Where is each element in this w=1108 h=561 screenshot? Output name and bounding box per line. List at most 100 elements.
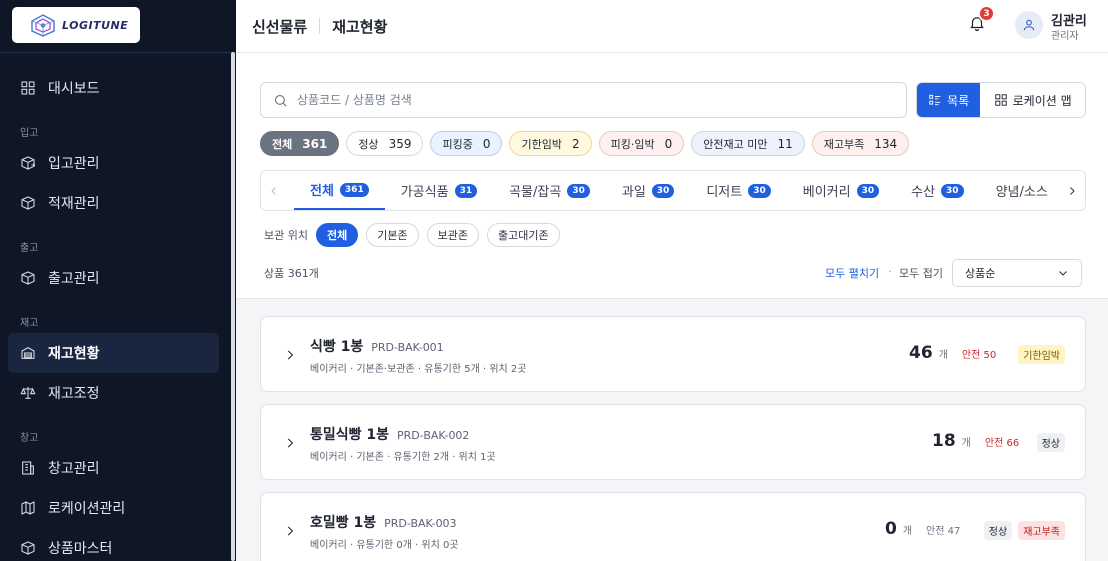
chevron-right-icon [287, 438, 294, 448]
status-filter-chip[interactable]: 재고부족 134 [811, 131, 910, 156]
sidebar-item-2[interactable]: 적재관리 [8, 183, 219, 223]
sidebar-section-title: 재고 [20, 318, 39, 329]
status-filter-count: 0 [482, 136, 491, 151]
status-filter-chip[interactable]: 전체 361 [260, 131, 340, 156]
expand-row-button[interactable] [283, 523, 297, 537]
product-card[interactable]: 호밀빵 1봉 PRD-BAK-003 베이커리 · 유통기한 0개 · 위치 0곳 0… [260, 492, 1086, 561]
stock-unit: 개 [938, 350, 948, 361]
category-tab-label: 양념/소스 [995, 185, 1048, 200]
category-tab[interactable]: 베이커리 30 [787, 171, 895, 210]
sidebar-item-label: 대시보드 [48, 81, 100, 97]
category-tab[interactable]: 가공식품 31 [385, 171, 493, 210]
status-filter-chip[interactable]: 피킹·임박 0 [598, 131, 685, 156]
sidebar-item-0[interactable]: 대시보드 [8, 68, 219, 108]
status-badge: 기한임박 [1018, 345, 1065, 364]
status-filter-count: 359 [388, 136, 412, 151]
box-out-icon [21, 271, 35, 285]
avatar[interactable] [1015, 11, 1043, 39]
status-filter-label: 전체 [272, 137, 293, 151]
status-filter-label: 재고부족 [823, 137, 865, 151]
status-badge: 정상 [1036, 433, 1065, 452]
category-count-badge: 30 [856, 183, 880, 198]
expand-all-link[interactable]: 모두 펼치기 [825, 265, 879, 281]
product-name: 통밀식빵 1봉 PRD-BAK-002 [310, 427, 470, 443]
location-chip[interactable]: 전체 [315, 223, 359, 247]
building-icon [22, 461, 34, 475]
location-chip[interactable]: 보관존 [426, 223, 479, 247]
status-filter-chip[interactable]: 안전재고 미만 11 [691, 131, 805, 156]
status-filter-chip[interactable]: 정상 359 [346, 131, 424, 156]
scale-icon [20, 387, 36, 399]
expand-row-button[interactable] [283, 347, 297, 361]
safety-stock: 안전 66 [984, 438, 1020, 449]
category-scroll-right-button[interactable] [1059, 171, 1085, 210]
sidebar: LOGITUNE 대시보드 입고 입고관리 적재관리 출고 출고관리 재고 재고현황 재고조정 창… [0, 0, 236, 561]
product-code: PRD-BAK-002 [397, 429, 470, 442]
grid-icon [21, 81, 35, 95]
chevron-right-icon [287, 526, 294, 536]
category-tab[interactable]: 양념/소스 [980, 171, 1064, 210]
status-filter-label: 안전재고 미만 [703, 137, 768, 151]
search-input[interactable] [297, 93, 857, 107]
sidebar-scrollbar[interactable] [231, 52, 235, 561]
sidebar-item-label: 재고조정 [48, 386, 100, 402]
category-scroll-left-button[interactable] [261, 171, 287, 210]
category-tab[interactable]: 수산 30 [895, 171, 979, 210]
user-role: 관리자 [1051, 31, 1079, 42]
breadcrumb-divider [319, 18, 321, 34]
product-meta: 베이커리 · 유통기한 0개 · 위치 0곳 [310, 540, 459, 551]
status-tags: 기한임박 [1018, 345, 1065, 364]
chevron-right-icon [287, 350, 294, 360]
sidebar-section-title: 출고 [20, 243, 39, 254]
product-card[interactable]: 식빵 1봉 PRD-BAK-001 베이커리 · 기본존·보관존 · 유통기한 5개… [260, 316, 1086, 392]
box-in-icon [21, 156, 36, 170]
location-filter: 보관 위치 전체 기본존 보관존 출고대기존 [264, 223, 560, 247]
status-tags: 정상 [1036, 433, 1065, 452]
category-tab[interactable]: 전체 361 [294, 171, 385, 210]
status-filter-chip[interactable]: 기한임박 2 [509, 131, 592, 156]
status-filter-label: 기한임박 [521, 137, 562, 151]
sidebar-item-5[interactable]: 재고조정 [8, 373, 219, 413]
category-tab[interactable]: 디저트 30 [690, 171, 786, 210]
category-tab[interactable]: 과일 30 [606, 171, 690, 210]
safety-stock: 안전 47 [926, 526, 961, 537]
search-icon [274, 94, 287, 107]
location-map-button[interactable]: 로케이션 맵 [980, 83, 1085, 117]
sidebar-item-label: 상품마스터 [48, 541, 113, 557]
logo[interactable]: LOGITUNE [12, 7, 140, 43]
notification-button[interactable]: 3 [968, 5, 995, 34]
stock-unit: 개 [961, 438, 971, 449]
sidebar-item-6[interactable]: 창고관리 [8, 448, 219, 488]
expand-row-button[interactable] [283, 435, 297, 449]
product-card[interactable]: 통밀식빵 1봉 PRD-BAK-002 베이커리 · 기본존 · 유통기한 2개 ·… [260, 404, 1086, 480]
sidebar-item-4[interactable]: 재고현황 [8, 333, 219, 373]
status-filter-count: 11 [777, 136, 793, 151]
sidebar-item-8[interactable]: 상품마스터 [8, 528, 219, 561]
collapse-all-link[interactable]: 모두 접기 [899, 265, 943, 281]
category-tab-label: 베이커리 [802, 185, 851, 200]
sidebar-item-1[interactable]: 입고관리 [8, 143, 219, 183]
sidebar-item-3[interactable]: 출고관리 [8, 258, 219, 298]
status-filter-chip[interactable]: 피킹중 0 [430, 131, 503, 156]
status-filter-count: 0 [664, 136, 673, 151]
search-box [260, 82, 907, 118]
sidebar-item-label: 입고관리 [48, 156, 100, 172]
location-chip[interactable]: 기본존 [366, 223, 419, 247]
page-title: 재고현황 [332, 17, 388, 36]
map-icon [21, 501, 35, 515]
category-tab-bar: 전체 361 가공식품 31 곡물/잡곡 30 과일 30 디저트 30 베이커리 30 수산 30 양념/… [260, 170, 1086, 211]
main-content: 목록 로케이션 맵 전체 361 정상 359 피킹중 0 기한임박 2 피킹·임박 0 안전재고 … [236, 53, 1108, 561]
category-tab-label: 과일 [621, 185, 646, 200]
category-count-badge: 30 [567, 183, 590, 198]
category-tab[interactable]: 곡물/잡곡 30 [493, 171, 606, 210]
cube-icon [21, 541, 35, 555]
category-count-badge: 30 [941, 183, 964, 198]
sort-select[interactable]: 상품순 [952, 259, 1082, 287]
sidebar-item-7[interactable]: 로케이션관리 [8, 488, 219, 528]
sidebar-nav: 대시보드 입고 입고관리 적재관리 출고 출고관리 재고 재고현황 재고조정 창고 창고관리 로케이션… [0, 53, 236, 561]
location-chip[interactable]: 출고대기존 [486, 223, 560, 247]
product-code: PRD-BAK-001 [371, 341, 444, 354]
list-view-button[interactable]: 목록 [917, 83, 981, 117]
stock-info: 18 개 안전 66 [932, 431, 1019, 451]
breadcrumb-company: 신선물류 [252, 17, 308, 36]
